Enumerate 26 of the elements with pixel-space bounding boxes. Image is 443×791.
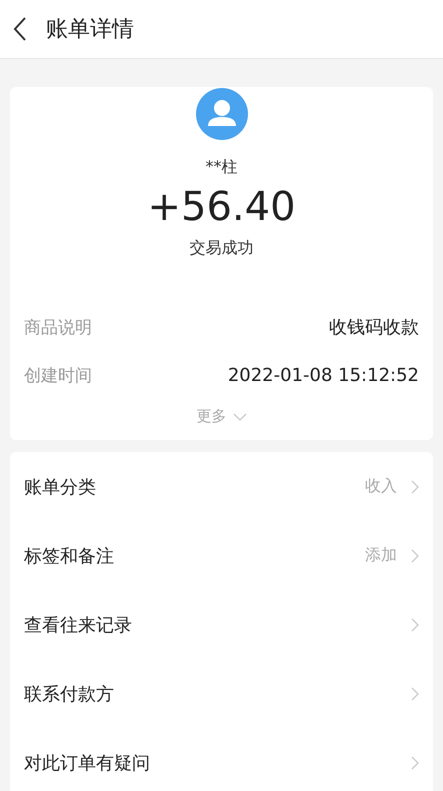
chevron-icon [411, 756, 419, 770]
chevron-icon [411, 618, 419, 632]
detail-value: 2022-01-08 15:12:52 [228, 364, 419, 386]
chevron-icon [411, 548, 419, 562]
menu-row[interactable]: 查看往来记录 [24, 590, 419, 659]
detail-value: 收钱码收款 [329, 316, 419, 339]
payer-name: **柱 [206, 157, 238, 178]
chevron-down-icon [232, 412, 246, 420]
menu-row[interactable]: 标签和备注 添加 [24, 521, 419, 590]
amount: +56.40 [147, 184, 296, 230]
chevron-icon [411, 480, 419, 494]
detail-label: 创建时间 [24, 364, 92, 386]
row-value: 收入 [365, 476, 397, 497]
row-label: 标签和备注 [24, 544, 114, 568]
chevron-icon [411, 686, 419, 700]
detail-label: 商品说明 [24, 316, 92, 338]
row-label: 账单分类 [24, 476, 96, 498]
menu-row[interactable]: 对此订单有疑问 [24, 728, 419, 791]
row-label: 查看往来记录 [24, 614, 132, 636]
transaction-status: 交易成功 [190, 238, 254, 259]
row-value: 添加 [365, 545, 397, 566]
menu-row[interactable]: 联系付款方 [24, 659, 419, 728]
page-title: 账单详情 [46, 16, 134, 44]
row-label: 联系付款方 [24, 682, 114, 706]
row-label: 对此订单有疑问 [24, 752, 150, 774]
menu-row[interactable]: 账单分类 收入 [24, 452, 419, 521]
